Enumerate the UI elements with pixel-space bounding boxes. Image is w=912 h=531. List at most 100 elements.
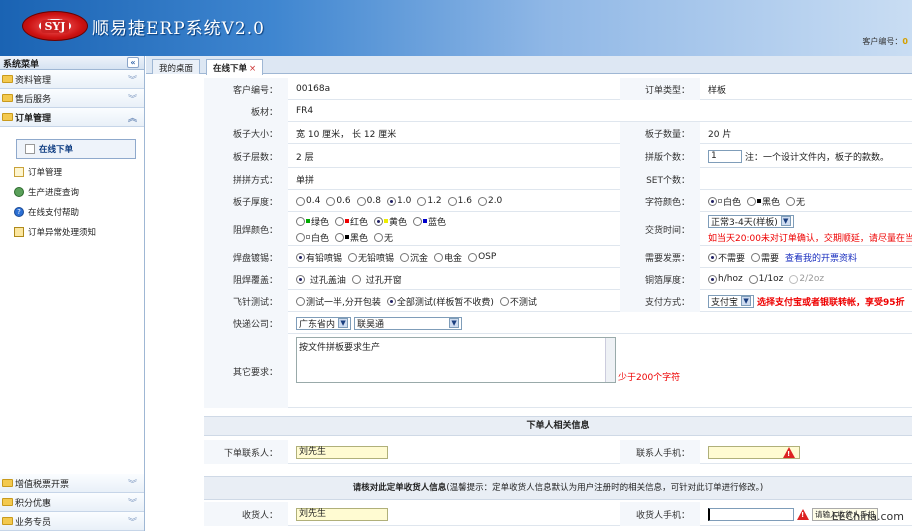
thickness-option[interactable]: 2.0 <box>477 196 502 206</box>
sidebar-item-exception[interactable]: 订单异常处理须知 <box>14 222 144 242</box>
tab-desktop[interactable]: 我的桌面 <box>152 59 201 74</box>
probe-option-none[interactable]: 不测试 <box>499 295 537 308</box>
via-cover-option[interactable]: 过孔盖油 <box>296 273 346 286</box>
payment-select[interactable]: 支付宝 ▼ <box>708 294 755 308</box>
chevron-down-icon[interactable]: ▼ <box>741 296 752 306</box>
delivery-select[interactable]: 正常3-4天(样板) ▼ <box>708 214 794 228</box>
surface-option[interactable]: OSP <box>468 252 496 262</box>
silk-option-none[interactable]: 无 <box>786 195 805 208</box>
radio-button[interactable] <box>786 196 796 206</box>
radio-button[interactable] <box>351 274 361 284</box>
sidebar-section-data[interactable]: 资料管理 ︾ <box>0 70 144 89</box>
radio-button[interactable] <box>296 296 305 306</box>
surface-option[interactable]: 有铅喷锡 <box>296 251 342 264</box>
receiver-phone-input[interactable] <box>708 507 794 521</box>
option-label: 1.6 <box>457 196 472 206</box>
sidebar-section-invoice[interactable]: 增值税票开票 ︾ <box>0 474 144 493</box>
invoice-option-yes[interactable]: 需要 <box>751 251 779 264</box>
province-select[interactable]: 广东省内 ▼ <box>296 316 352 330</box>
sidebar-section-orders[interactable]: 订单管理 ︽ <box>0 108 144 127</box>
sidebar-section-aftersales[interactable]: 售后服务 ︾ <box>0 89 144 108</box>
chevron-down-icon[interactable]: ▼ <box>780 216 791 226</box>
radio-button[interactable] <box>296 196 305 206</box>
orderer-phone-input[interactable] <box>708 445 800 460</box>
radio-button[interactable] <box>747 196 757 206</box>
sidebar-title: 系统菜单 <box>3 60 40 70</box>
radio-button[interactable] <box>400 252 410 262</box>
radio-button[interactable] <box>499 296 509 306</box>
mask-option-white[interactable]: 白色 <box>296 231 329 244</box>
sidebar-item-order-manage[interactable]: 订单管理 <box>14 162 144 182</box>
silk-option-white[interactable]: 白色 <box>708 195 741 208</box>
radio-button[interactable] <box>748 274 758 284</box>
sidebar-section-sales[interactable]: 业务专员 ︾ <box>0 512 144 531</box>
via-open-option[interactable]: 过孔开窗 <box>351 273 402 286</box>
radio-button[interactable] <box>326 196 336 206</box>
probe-option-all[interactable]: 全部测试(样板暂不收费) <box>386 295 494 308</box>
mask-option-blue[interactable]: 蓝色 <box>413 215 446 228</box>
radio-button-selected[interactable] <box>386 296 396 306</box>
close-icon[interactable]: × <box>249 64 256 74</box>
radio-button[interactable] <box>751 252 761 262</box>
radio-button[interactable] <box>413 216 423 226</box>
copper-option[interactable]: 1/1oz <box>748 274 783 284</box>
radio-button[interactable] <box>447 196 457 206</box>
item-label: 订单异常处理须知 <box>28 228 97 238</box>
radio-button[interactable] <box>356 196 366 206</box>
radio-button[interactable] <box>434 252 444 262</box>
radio-button-selected[interactable] <box>708 274 717 284</box>
radio-button[interactable] <box>468 252 478 262</box>
sidebar-section-points[interactable]: 积分优惠 ︾ <box>0 493 144 512</box>
radio-button[interactable] <box>296 232 305 242</box>
silk-option-black[interactable]: 黑色 <box>747 195 780 208</box>
invoice-info-link[interactable]: 查看我的开票资料 <box>785 251 857 264</box>
surface-option[interactable]: 无铅喷锡 <box>348 251 394 264</box>
surface-option[interactable]: 沉金 <box>400 251 428 264</box>
courier-select[interactable]: 联昊通 ▼ <box>354 316 463 330</box>
radio-button-selected[interactable] <box>296 274 305 284</box>
thickness-option[interactable]: 1.0 <box>386 196 411 206</box>
mask-option-yellow[interactable]: 黄色 <box>374 215 407 228</box>
collapse-sidebar-button[interactable]: « <box>127 57 139 68</box>
radio-button-selected[interactable] <box>386 196 396 206</box>
thickness-option[interactable]: 0.6 <box>326 196 351 206</box>
copper-option[interactable]: h/hoz <box>708 274 743 284</box>
panel-count-input[interactable]: 1 <box>708 149 742 163</box>
radio-button[interactable] <box>374 232 384 242</box>
sidebar-item-pay-help[interactable]: ? 在线支付帮助 <box>14 202 144 222</box>
textarea-scrollbar[interactable] <box>605 338 615 382</box>
mask-option-none[interactable]: 无 <box>374 231 393 244</box>
radio-button-selected[interactable] <box>374 216 384 226</box>
form-row: 收货人： 刘先生 收货人手机： 请输入收货人手机 <box>204 502 912 526</box>
mask-option-green[interactable]: 绿色 <box>296 215 329 228</box>
thickness-option[interactable]: 0.8 <box>356 196 381 206</box>
radio-button[interactable] <box>335 232 345 242</box>
chevron-down-icon[interactable]: ▼ <box>449 318 460 328</box>
radio-button[interactable] <box>348 252 358 262</box>
radio-button-selected[interactable] <box>708 196 717 206</box>
chevron-down-icon[interactable]: ▼ <box>338 318 349 328</box>
invoice-option-no[interactable]: 不需要 <box>708 251 745 264</box>
receiver-input[interactable]: 刘先生 <box>296 507 388 521</box>
thickness-option[interactable]: 0.4 <box>296 196 320 206</box>
sidebar-item-online-order[interactable]: 在线下单 <box>16 139 136 159</box>
thickness-option[interactable]: 1.6 <box>447 196 472 206</box>
thickness-option[interactable]: 1.2 <box>417 196 442 206</box>
option-label: 0.4 <box>306 196 321 206</box>
sidebar-item-progress[interactable]: 生产进度查询 <box>14 182 144 202</box>
radio-button[interactable] <box>417 196 427 206</box>
orderer-contact-input[interactable]: 刘先生 <box>296 445 388 459</box>
surface-option[interactable]: 电金 <box>434 251 462 264</box>
radio-button[interactable] <box>296 216 305 226</box>
tab-online-order[interactable]: 在线下单 × <box>206 59 264 75</box>
mask-option-red[interactable]: 红色 <box>335 215 368 228</box>
radio-button-selected[interactable] <box>708 252 717 262</box>
probe-option-half[interactable]: 测试一半,分开包装 <box>296 295 381 308</box>
radio-button[interactable] <box>335 216 345 226</box>
other-requirements-textarea[interactable]: 按文件拼板要求生产 <box>296 337 616 383</box>
invoice-label: 需要发票： <box>620 246 700 268</box>
mask-option-black[interactable]: 黑色 <box>335 231 368 244</box>
radio-button[interactable] <box>477 196 487 206</box>
app-title: 顺易捷ERP系统V2.0 <box>92 19 265 39</box>
radio-button-selected[interactable] <box>296 252 305 262</box>
